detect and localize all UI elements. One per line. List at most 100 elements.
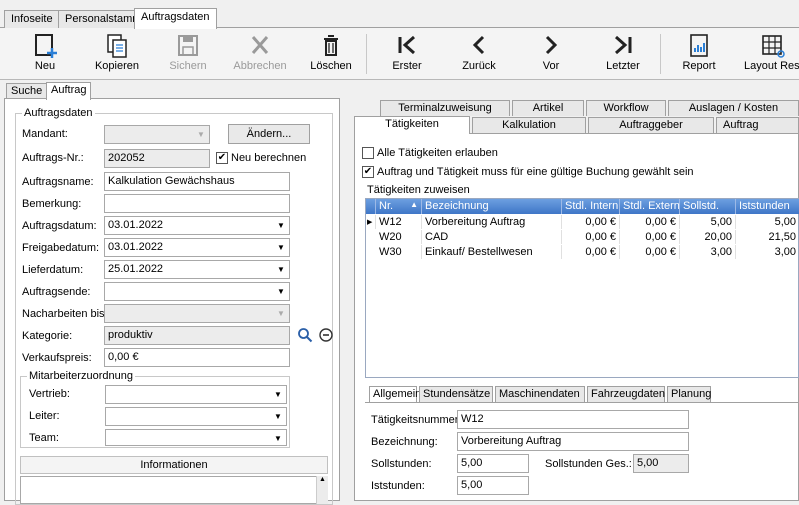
bemerkung-field[interactable] [104,194,290,213]
chevron-down-icon[interactable]: ▼ [274,262,288,277]
report-button[interactable]: Report [676,32,722,78]
kategorie-label: Kategorie: [22,330,73,342]
tab-artikel[interactable]: Artikel [512,100,584,116]
copy-button[interactable]: Kopieren [90,32,144,78]
delete-button[interactable]: Löschen [306,32,356,78]
table-cell[interactable]: 20,00 [680,230,736,244]
column-header[interactable]: Sollstd. [680,199,736,214]
taetigkeitsnummer-field[interactable]: W12 [457,410,689,429]
table-cell[interactable]: Einkauf/ Bestellwesen [422,245,562,259]
informationen-textarea[interactable] [20,476,328,504]
tab-fahrzeugdaten[interactable]: Fahrzeugdaten [587,386,665,402]
table-cell[interactable]: 3,00 [736,245,799,259]
gueltig-label: Auftrag und Tätigkeit muss für eine gült… [377,166,694,178]
tab-stundensaetze[interactable]: Stundensätze [419,386,493,402]
search-icon[interactable] [297,327,313,343]
verkaufspreis-field[interactable]: 0,00 € [104,348,290,367]
column-header[interactable]: Nr. ▲ [376,199,422,214]
first-button[interactable]: Erster [384,32,430,78]
auftragsdatum-field[interactable]: 03.01.2022 ▼ [104,216,290,235]
next-label: Vor [542,60,560,72]
new-document-icon [35,34,57,58]
kategorie-field[interactable]: produktiv [104,326,290,345]
last-button[interactable]: Letzter [600,32,646,78]
alle-erlauben-checkbox[interactable] [362,147,374,159]
remove-icon[interactable] [318,327,334,343]
table-cell[interactable]: CAD [422,230,562,244]
table-cell[interactable]: W20 [376,230,422,244]
aendern-button[interactable]: Ändern... [228,124,310,144]
column-header[interactable]: Iststunden [736,199,799,214]
table-cell[interactable]: Vorbereitung Auftrag [422,215,562,229]
tab-auftrag[interactable]: Auftrag [46,82,92,100]
tab-kalkulation[interactable]: Kalkulation [472,117,586,133]
table-cell[interactable]: 0,00 € [562,245,620,259]
nacharbeiten-field[interactable]: ▼ [104,304,290,323]
informationen-scrollbar[interactable]: ▲ [316,476,328,504]
taetigkeitsnummer-label: Tätigkeitsnummer: [371,414,462,426]
leiter-select[interactable]: ▼ [105,407,287,426]
table-cell[interactable]: 3,00 [680,245,736,259]
vertrieb-select[interactable]: ▼ [105,385,287,404]
close-icon [251,36,269,54]
vertrieb-label: Vertrieb: [29,388,70,400]
iststunden-field[interactable]: 5,00 [457,476,529,495]
table-cell[interactable]: 0,00 € [620,215,680,229]
report-icon [690,34,708,57]
group-title: Mitarbeiterzuordnung [27,370,135,382]
top-tab-bar: Infoseite Personalstamm Auftragsdaten [0,0,799,29]
tab-auftrag-right[interactable]: Auftrag [716,117,799,133]
tab-planung[interactable]: Planung [667,386,711,402]
lieferdatum-field[interactable]: 25.01.2022 ▼ [104,260,290,279]
tab-auftraggeber[interactable]: Auftraggeber [588,117,714,133]
team-select[interactable]: ▼ [105,429,287,446]
left-tab-bar: Suche Auftrag [0,82,340,100]
save-label: Sichern [169,60,207,72]
tab-auftragsdaten[interactable]: Auftragsdaten [134,8,217,29]
save-button[interactable]: Sichern [164,32,212,78]
table-cell[interactable]: 0,00 € [562,230,620,244]
chevron-down-icon[interactable]: ▼ [274,240,288,255]
tab-workflow[interactable]: Workflow [586,100,666,116]
table-cell[interactable]: 0,00 € [620,230,680,244]
auftragsende-field[interactable]: ▼ [104,282,290,301]
copy-label: Kopieren [94,60,140,72]
table-cell[interactable]: 21,50 [736,230,799,244]
cancel-button[interactable]: Abbrechen [230,32,290,78]
table-cell[interactable]: 0,00 € [620,245,680,259]
table-cell[interactable]: W12 [376,215,422,229]
back-button[interactable]: Zurück [456,32,502,78]
tab-infoseite[interactable]: Infoseite [4,10,60,28]
neu-berechnen-checkbox[interactable]: ✔ [216,152,228,164]
sollstunden-ges-field[interactable]: 5,00 [633,454,689,473]
tab-suche[interactable]: Suche [6,83,48,99]
column-header[interactable]: Stdl. Extern [620,199,680,214]
column-header[interactable]: Bezeichnung [422,199,562,214]
freigabedatum-field[interactable]: 03.01.2022 ▼ [104,238,290,257]
tab-maschinendaten[interactable]: Maschinendaten [495,386,585,402]
column-header[interactable]: Stdl. Intern [562,199,620,214]
layout-reset-button[interactable]: Layout Res [744,32,799,78]
chevron-down-icon[interactable]: ▼ [274,284,288,299]
tab-terminalzuweisung[interactable]: Terminalzuweisung [380,100,510,116]
table-cell[interactable]: 0,00 € [562,215,620,229]
sollstunden-field[interactable]: 5,00 [457,454,529,473]
next-button[interactable]: Vor [528,32,574,78]
mitarbeiter-group: Mitarbeiterzuordnung Vertrieb: ▼ Leiter:… [20,370,290,448]
row-selector-icon[interactable]: ▶ [366,215,376,229]
tab-taetigkeiten[interactable]: Tätigkeiten [354,116,470,134]
table-cell[interactable]: 5,00 [736,215,799,229]
table-cell[interactable]: W30 [376,245,422,259]
table-cell[interactable]: 5,00 [680,215,736,229]
auftragsnr-field[interactable]: 202052 [104,149,210,168]
mandant-select[interactable]: ▼ [104,125,210,144]
tab-allgemein[interactable]: Allgemein [369,386,421,402]
chevron-down-icon[interactable]: ▼ [274,218,288,233]
lieferdatum-value: 25.01.2022 [108,263,164,275]
tab-auslagen-kosten[interactable]: Auslagen / Kosten [668,100,799,116]
gueltig-checkbox[interactable]: ✔ [362,166,374,178]
bezeichnung-field[interactable]: Vorbereitung Auftrag [457,432,689,451]
new-button[interactable]: Neu [20,32,70,78]
new-label: Neu [34,60,56,72]
auftragsname-field[interactable]: Kalkulation Gewächshaus [104,172,290,191]
